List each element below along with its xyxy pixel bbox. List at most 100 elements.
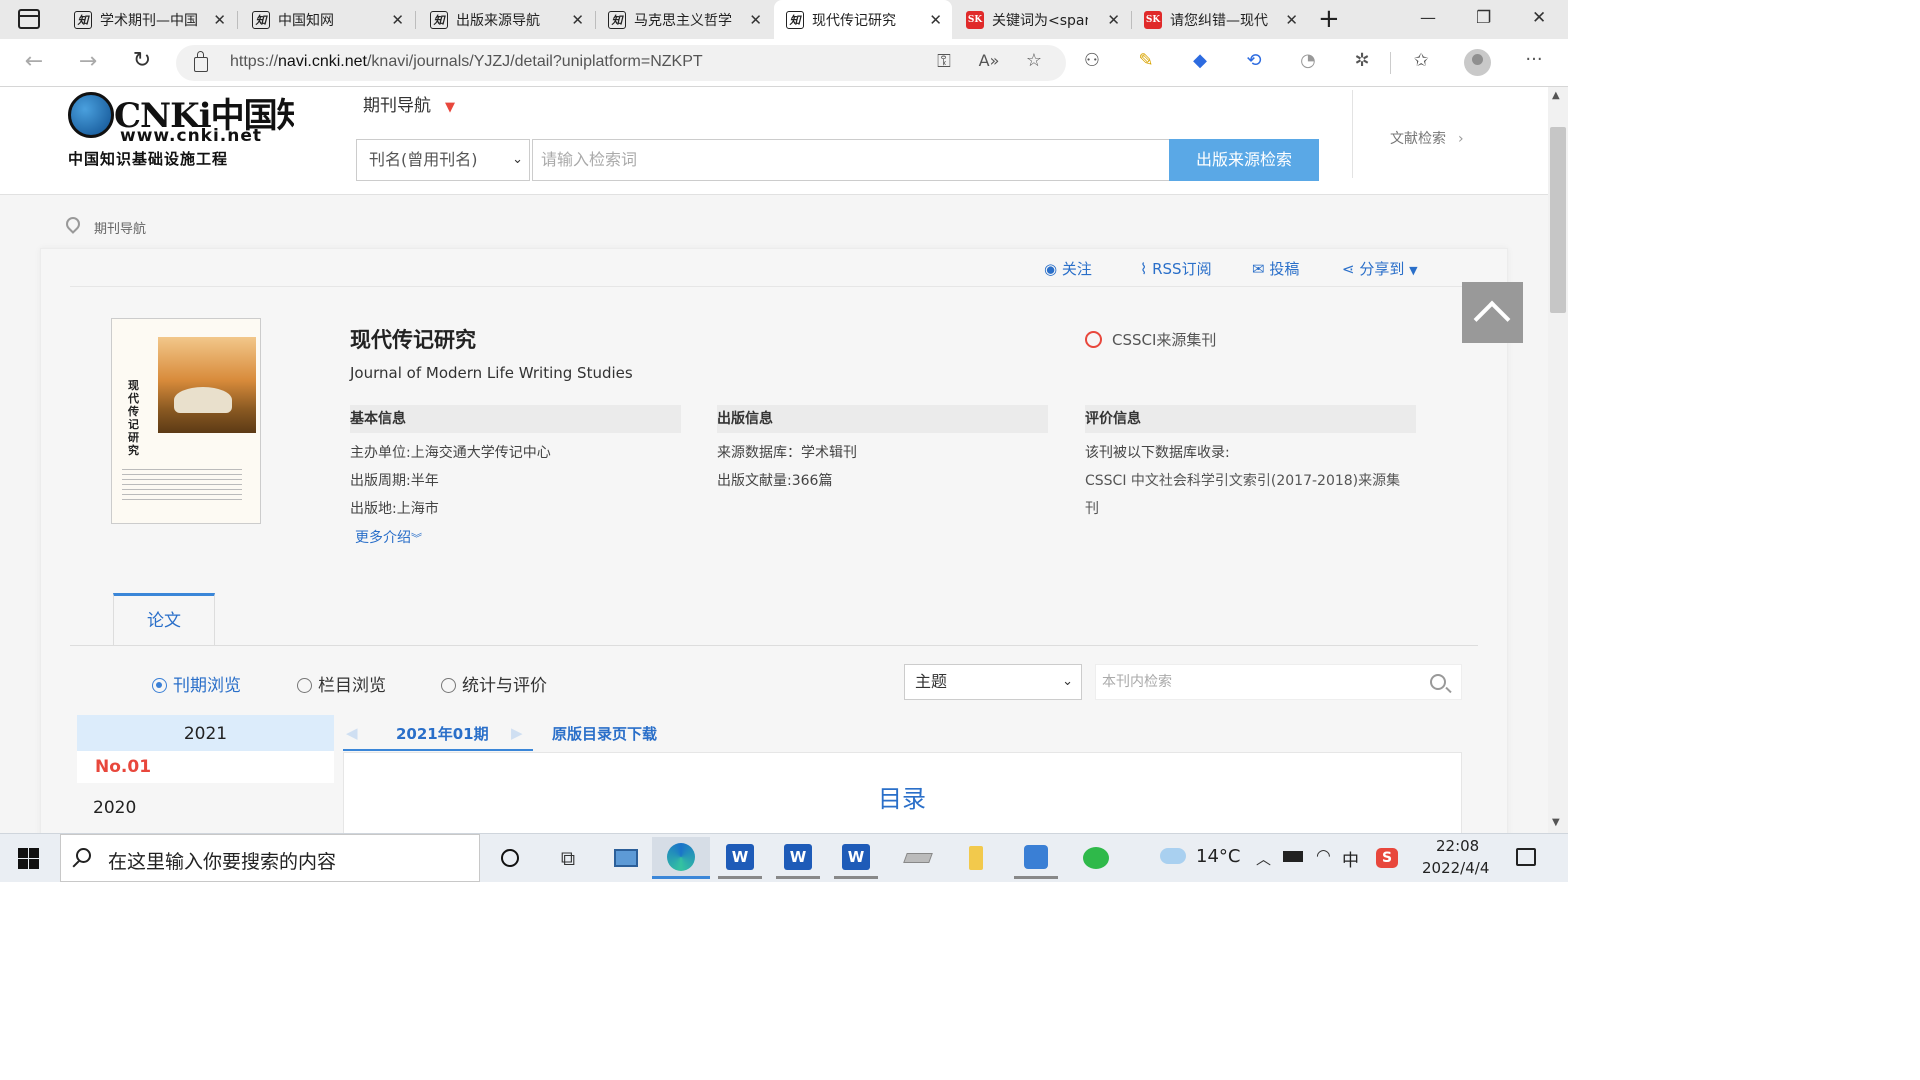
search-icon[interactable] [1430, 674, 1452, 694]
browser-tab[interactable]: 知学术期刊—中国 ✕ [60, 0, 236, 39]
chevron-up-icon [1473, 300, 1511, 338]
forward-icon[interactable]: → [74, 49, 102, 74]
radio-column-browse[interactable]: 栏目浏览 [297, 671, 386, 696]
breadcrumb[interactable]: 期刊导航 [94, 218, 146, 237]
sogou-ime-icon[interactable]: S [1376, 848, 1398, 868]
favorites-icon[interactable]: ✩ [1407, 50, 1435, 71]
edge-browser-icon[interactable] [652, 837, 710, 879]
eye-icon: ◉ [1044, 260, 1058, 278]
word-app-icon[interactable]: W [776, 837, 820, 879]
close-tab-icon[interactable]: ✕ [1285, 11, 1298, 29]
prev-issue-icon[interactable]: ◀ [346, 724, 358, 742]
rss-button[interactable]: ⌇ RSS订阅 [1140, 258, 1212, 279]
sponsor-value: 上海交通大学传记中心 [410, 445, 551, 461]
ime-indicator[interactable]: 中 [1342, 846, 1359, 871]
wechat-icon[interactable] [1074, 837, 1118, 879]
browser-tab[interactable]: SK 关键词为<span ✕ [954, 0, 1130, 39]
refresh-icon[interactable]: ↻ [128, 48, 156, 73]
topic-select-value: 主题 [915, 672, 948, 691]
tab-actions-icon[interactable] [18, 9, 40, 29]
close-tab-icon[interactable]: ✕ [213, 11, 226, 29]
extension-icon[interactable]: ✎ [1132, 50, 1160, 71]
journal-cover-image[interactable]: 现代传记研究 [111, 318, 261, 524]
browser-tab[interactable]: 知出版来源导航 ✕ [416, 0, 594, 39]
browser-tab[interactable]: 知马克思主义哲学 ✕ [596, 0, 772, 39]
add-favorite-icon[interactable]: ☆ [1020, 50, 1048, 71]
close-window-icon[interactable]: ✕ [1532, 8, 1546, 28]
cnki-logo[interactable]: CNKi中国知网 www.cnki.net 中国知识基础设施工程 [66, 88, 294, 170]
tab-papers[interactable]: 论文 [113, 593, 215, 646]
radio-stats[interactable]: 统计与评价 [441, 671, 547, 696]
computer-app-icon[interactable] [604, 837, 648, 879]
extension-icon[interactable]: ◆ [1186, 50, 1214, 71]
radio-checked-icon [152, 678, 167, 693]
drive-app-icon[interactable] [896, 837, 940, 879]
weather-temperature[interactable]: 14°C [1196, 846, 1240, 867]
share-button[interactable]: ⋖ 分享到 ▼ [1342, 258, 1418, 279]
literature-search-link[interactable]: 文献检索 › [1390, 128, 1464, 148]
close-tab-icon[interactable]: ✕ [929, 11, 942, 29]
wifi-icon[interactable]: ◠ [1316, 846, 1331, 866]
task-view-icon[interactable]: ⧉ [546, 837, 590, 879]
chevron-down-icon: ⌄ [512, 152, 523, 167]
back-icon[interactable]: ← [20, 49, 48, 74]
current-issue[interactable]: 2021年01期 [396, 723, 489, 744]
notification-icon[interactable] [1516, 848, 1536, 866]
windows-start-icon[interactable] [18, 848, 39, 869]
tray-chevron-up-icon[interactable]: ︿ [1256, 848, 1271, 869]
journal-nav-menu[interactable]: 期刊导航 ▼ [363, 91, 455, 116]
battery-icon[interactable] [1283, 851, 1303, 862]
browser-tab[interactable]: SK 请您纠错—现代 ✕ [1132, 0, 1308, 39]
issue-no01[interactable]: No.01 [77, 751, 334, 783]
close-tab-icon[interactable]: ✕ [571, 11, 584, 29]
download-toc-link[interactable]: 原版目录页下载 [552, 723, 657, 744]
inner-search-input[interactable]: 本刊内检索 [1095, 664, 1462, 700]
close-tab-icon[interactable]: ✕ [749, 11, 762, 29]
maximize-icon[interactable]: ❐ [1476, 8, 1491, 28]
search-field-select[interactable]: 刊名(曾用刊名) ⌄ [356, 139, 530, 181]
browser-tab-active[interactable]: 知现代传记研究 ✕ [774, 0, 952, 39]
more-menu-icon[interactable]: ··· [1520, 49, 1548, 70]
vpn-app-icon[interactable] [1014, 837, 1058, 879]
extensions-puzzle-icon[interactable]: ✲ [1348, 50, 1376, 71]
scroll-down-icon[interactable]: ▼ [1552, 817, 1560, 828]
lock-icon[interactable] [194, 51, 208, 72]
scrollbar-thumb[interactable] [1550, 127, 1566, 313]
clock-date[interactable]: 2022/4/4 [1422, 859, 1489, 877]
logo-subtitle: 中国知识基础设施工程 [68, 150, 229, 168]
radio-issue-browse[interactable]: 刊期浏览 [152, 671, 241, 696]
folder-app-icon[interactable] [954, 837, 998, 879]
scroll-up-icon[interactable]: ▲ [1552, 90, 1560, 101]
follow-button[interactable]: ◉ 关注 [1044, 258, 1092, 279]
weather-cloud-icon[interactable] [1160, 848, 1186, 864]
journal-title-en: Journal of Modern Life Writing Studies [350, 364, 633, 382]
back-to-top-button[interactable] [1462, 282, 1523, 343]
year-2020[interactable]: 2020 [93, 798, 136, 818]
clock-time[interactable]: 22:08 [1436, 837, 1479, 855]
read-aloud-icon[interactable]: A» [975, 51, 1003, 70]
close-tab-icon[interactable]: ✕ [391, 11, 404, 29]
more-intro-link[interactable]: 更多介绍︾ [355, 527, 422, 547]
extension-icon[interactable]: ◔ [1294, 50, 1322, 71]
year-2021[interactable]: 2021 [77, 715, 334, 751]
place-label: 出版地: [350, 501, 397, 517]
search-input[interactable]: 请输入检索词 [532, 139, 1170, 181]
next-issue-icon[interactable]: ▶ [511, 724, 523, 742]
cortana-icon[interactable] [488, 837, 532, 879]
extension-icon[interactable]: ⟲ [1240, 50, 1268, 71]
browser-tab[interactable]: 知中国知网 ✕ [238, 0, 414, 39]
new-tab-icon[interactable]: + [1318, 4, 1340, 34]
url-text[interactable]: https://navi.cnki.net/knavi/journals/YJZ… [230, 53, 703, 71]
close-tab-icon[interactable]: ✕ [1107, 11, 1120, 29]
key-icon[interactable]: ⚿ [930, 51, 958, 72]
publication-search-button[interactable]: 出版来源检索 [1169, 139, 1319, 181]
submit-manuscript-button[interactable]: ✉ 投稿 [1252, 258, 1299, 279]
evaluation-info-heading: 评价信息 [1085, 405, 1416, 433]
topic-select[interactable]: 主题 ⌄ [904, 664, 1082, 700]
minimize-icon[interactable]: — [1420, 8, 1436, 27]
word-app-icon[interactable]: W [834, 837, 878, 879]
cycle-row: 出版周期:半年 [350, 467, 439, 495]
extension-icon[interactable]: ⚇ [1078, 50, 1106, 71]
word-app-icon[interactable]: W [718, 837, 762, 879]
profile-avatar[interactable] [1464, 49, 1491, 76]
